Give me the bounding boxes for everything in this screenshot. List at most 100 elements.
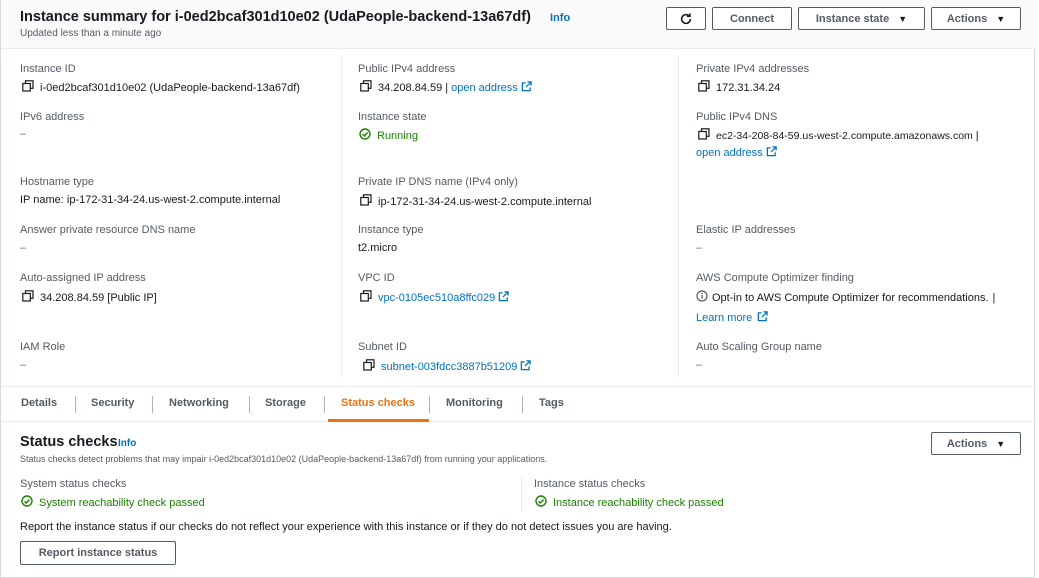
subnet-value: subnet-003fdcc3887b51209	[363, 359, 532, 374]
instance-state-label-field: Instance state	[358, 111, 427, 123]
tab-security[interactable]: Security	[91, 397, 134, 409]
tab-tags[interactable]: Tags	[539, 397, 564, 409]
copy-icon[interactable]	[22, 80, 34, 95]
refresh-button[interactable]	[666, 7, 706, 30]
report-note: Report the instance status if our checks…	[20, 521, 672, 533]
instance-id-value: i-0ed2bcaf301d10e02 (UdaPeople-backend-1…	[22, 80, 300, 95]
caret-down-icon: ▼	[996, 13, 1006, 24]
tab-storage[interactable]: Storage	[265, 397, 306, 409]
column-divider	[341, 55, 342, 377]
answer-dns-value: –	[20, 242, 27, 254]
tab-details[interactable]: Details	[21, 397, 57, 409]
learn-more-link[interactable]: Learn more	[696, 312, 752, 324]
vpc-link[interactable]: vpc-0105ec510a8ffc029	[378, 292, 495, 304]
copy-icon[interactable]	[22, 290, 34, 305]
instance-type-value: t2.micro	[358, 242, 398, 254]
instance-state-text: Running	[377, 129, 418, 142]
system-checks-label: System status checks	[20, 478, 127, 490]
instance-tabs: Details Security Networking Storage Stat…	[1, 386, 1036, 422]
hostname-type-label: Hostname type	[20, 176, 94, 188]
auto-ip-text: 34.208.84.59 [Public IP]	[40, 291, 157, 304]
private-dns-text: ip-172-31-34-24.us-west-2.compute.intern…	[378, 195, 592, 208]
actions-button[interactable]: Actions ▼	[931, 7, 1021, 30]
status-checks-info-link[interactable]: Info	[118, 438, 136, 449]
tab-monitoring[interactable]: Monitoring	[446, 397, 503, 409]
instance-checks-label: Instance status checks	[534, 478, 646, 490]
instance-state-button[interactable]: Instance state ▼	[798, 7, 925, 30]
instance-checks-text: Instance reachability check passed	[553, 496, 724, 509]
instance-id-text: i-0ed2bcaf301d10e02 (UdaPeople-backend-1…	[40, 81, 300, 94]
status-column-divider	[521, 476, 522, 512]
separator: |	[975, 129, 979, 142]
instance-id-label: Instance ID	[20, 63, 76, 75]
vpc-value: vpc-0105ec510a8ffc029	[360, 290, 509, 305]
private-ipv4-value: 172.31.34.24	[698, 80, 780, 95]
public-ipv4-label: Public IPv4 address	[358, 63, 456, 75]
open-address-link[interactable]: open address	[696, 147, 763, 159]
instance-checks-value: Instance reachability check passed	[535, 495, 724, 510]
elastic-ip-label: Elastic IP addresses	[696, 224, 796, 236]
private-ipv4-text: 172.31.34.24	[716, 81, 781, 94]
copy-icon[interactable]	[698, 128, 710, 143]
private-dns-value: ip-172-31-34-24.us-west-2.compute.intern…	[360, 194, 591, 209]
column-divider	[678, 55, 679, 377]
private-dns-label: Private IP DNS name (IPv4 only)	[358, 176, 518, 188]
copy-icon[interactable]	[363, 359, 375, 374]
page-title: Instance summary for i-0ed2bcaf301d10e02…	[20, 9, 531, 25]
iam-role-label: IAM Role	[20, 341, 66, 353]
private-ipv4-label: Private IPv4 addresses	[696, 63, 810, 75]
public-ipv4-text: 34.208.84.59	[378, 81, 443, 94]
system-checks-value: System reachability check passed	[21, 495, 205, 510]
copy-icon[interactable]	[698, 80, 710, 95]
caret-down-icon: ▼	[898, 13, 908, 24]
tab-separator	[429, 396, 430, 413]
external-link-icon	[766, 146, 777, 160]
public-dns-label: Public IPv4 DNS	[696, 111, 778, 123]
summary-header: Instance summary for i-0ed2bcaf301d10e02…	[1, 0, 1036, 49]
ipv6-value: –	[20, 128, 27, 140]
copy-icon[interactable]	[360, 290, 372, 305]
copy-icon[interactable]	[360, 80, 372, 95]
report-button-label: Report instance status	[38, 547, 158, 559]
elastic-ip-value: –	[696, 242, 703, 254]
auto-ip-label: Auto-assigned IP address	[20, 272, 146, 284]
public-dns-text: ec2-34-208-84-59.us-west-2.compute.amazo…	[716, 129, 973, 142]
public-dns-value: ec2-34-208-84-59.us-west-2.compute.amazo…	[698, 128, 979, 143]
info-circle-icon	[696, 290, 708, 305]
caret-down-icon: ▼	[996, 438, 1006, 449]
tab-networking[interactable]: Networking	[169, 397, 229, 409]
optimizer-learn-more: Learn more	[696, 311, 768, 325]
optimizer-text: Opt-in to AWS Compute Optimizer for reco…	[712, 291, 989, 304]
actions-label: Actions	[946, 12, 988, 25]
hostname-type-value: IP name: ip-172-31-34-24.us-west-2.compu…	[20, 194, 281, 206]
status-actions-button[interactable]: Actions ▼	[931, 432, 1021, 455]
active-tab-indicator	[328, 419, 429, 422]
answer-dns-label: Answer private resource DNS name	[20, 224, 196, 236]
tab-status-checks[interactable]: Status checks	[341, 397, 415, 409]
optimizer-value: Opt-in to AWS Compute Optimizer for reco…	[696, 290, 995, 305]
connect-button[interactable]: Connect	[712, 7, 792, 30]
check-circle-icon	[535, 495, 547, 510]
optimizer-label: AWS Compute Optimizer finding	[696, 272, 854, 284]
ipv6-label: IPv6 address	[20, 111, 85, 123]
copy-icon[interactable]	[360, 194, 372, 209]
public-ipv4-value: 34.208.84.59 | open address	[360, 80, 532, 95]
header-info-link[interactable]: Info	[550, 12, 570, 24]
instance-type-label: Instance type	[358, 224, 424, 236]
vpc-label: VPC ID	[358, 272, 395, 284]
report-instance-status-button[interactable]: Report instance status	[20, 541, 176, 565]
open-address-link[interactable]: open address	[451, 82, 518, 94]
check-circle-icon	[359, 128, 371, 143]
separator: |	[992, 291, 996, 304]
tab-separator	[324, 396, 325, 413]
system-checks-text: System reachability check passed	[39, 496, 205, 509]
instance-summary-panel: Instance summary for i-0ed2bcaf301d10e02…	[0, 0, 1036, 578]
status-checks-title: Status checks	[20, 434, 118, 450]
subnet-label: Subnet ID	[358, 341, 407, 353]
status-actions-label: Actions	[946, 437, 988, 450]
external-link-icon	[521, 80, 532, 95]
status-checks-description: Status checks detect problems that may i…	[20, 454, 548, 464]
iam-role-value: –	[20, 359, 27, 371]
auto-ip-value: 34.208.84.59 [Public IP]	[22, 290, 157, 305]
subnet-link[interactable]: subnet-003fdcc3887b51209	[381, 361, 517, 373]
